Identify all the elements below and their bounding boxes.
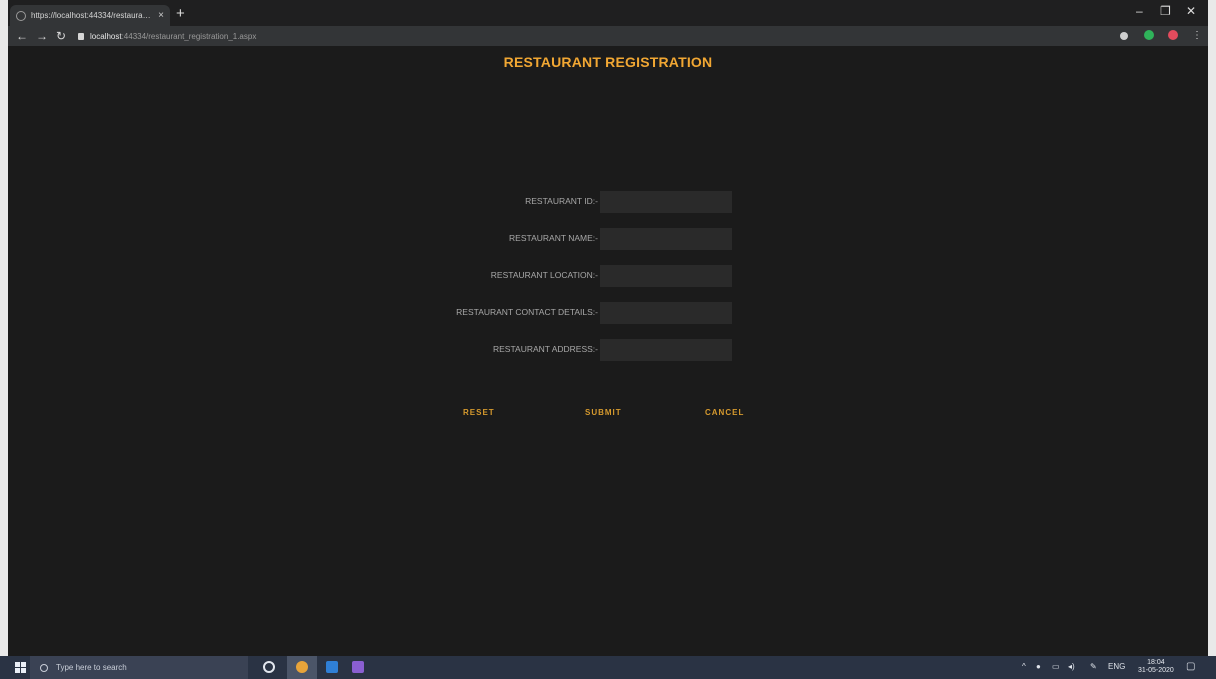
restaurant-location-label: RESTAURANT LOCATION:- xyxy=(490,270,598,280)
field-row-restaurant-id: RESTAURANT ID:- xyxy=(8,191,1208,213)
field-row-restaurant-location: RESTAURANT LOCATION:- xyxy=(8,265,1208,287)
profile-avatar-icon[interactable] xyxy=(1168,30,1178,40)
restaurant-address-label: RESTAURANT ADDRESS:- xyxy=(492,344,598,354)
field-row-restaurant-name: RESTAURANT NAME:- xyxy=(8,228,1208,250)
cancel-button[interactable]: CANCEL xyxy=(705,408,744,417)
remote-desktop-icon[interactable] xyxy=(326,661,338,673)
windows-start-icon[interactable] xyxy=(15,662,26,673)
tab-title: https://localhost:44334/restaurant... xyxy=(31,11,155,20)
tab-close-icon[interactable]: × xyxy=(158,10,164,21)
tray-volume-icon[interactable]: ◂) xyxy=(1068,662,1075,671)
reset-button[interactable]: RESET xyxy=(463,408,495,417)
url-path: :44334/restaurant_registration_1.aspx xyxy=(121,31,257,41)
tray-overflow-icon[interactable]: ^ xyxy=(1022,662,1026,671)
taskbar-search-placeholder: Type here to search xyxy=(56,663,127,672)
cortana-icon[interactable] xyxy=(263,661,275,673)
notifications-icon[interactable]: ▢ xyxy=(1186,661,1195,672)
taskbar-clock[interactable]: 18:04 31-05-2020 xyxy=(1138,659,1174,675)
language-indicator[interactable]: ENG xyxy=(1108,662,1125,671)
chrome-icon[interactable] xyxy=(296,661,308,673)
bookmark-star-icon[interactable] xyxy=(1120,32,1128,40)
url-field[interactable]: localhost :44334/restaurant_registration… xyxy=(78,29,1108,43)
restaurant-contact-input[interactable] xyxy=(600,302,732,324)
tray-pen-icon[interactable]: ✎ xyxy=(1090,662,1097,671)
address-bar-row: ← → ↻ localhost :44334/restaurant_regist… xyxy=(8,26,1208,46)
visual-studio-icon[interactable] xyxy=(352,661,364,673)
new-tab-button[interactable]: + xyxy=(176,5,185,23)
maximize-button[interactable]: ❐ xyxy=(1160,4,1171,18)
tray-network-icon[interactable]: ● xyxy=(1036,662,1041,671)
tray-battery-icon[interactable]: ▭ xyxy=(1052,662,1060,671)
page-title: RESTAURANT REGISTRATION xyxy=(503,54,713,70)
page-content: RESTAURANT REGISTRATION RESTAURANT ID:- … xyxy=(8,46,1208,656)
search-icon xyxy=(40,663,48,672)
restaurant-contact-label: RESTAURANT CONTACT DETAILS:- xyxy=(456,307,598,317)
minimize-button[interactable]: – xyxy=(1136,4,1143,18)
clock-time: 18:04 xyxy=(1147,659,1165,666)
field-row-restaurant-contact: RESTAURANT CONTACT DETAILS:- xyxy=(8,302,1208,324)
menu-kebab-icon[interactable]: ⋮ xyxy=(1192,29,1202,43)
tab-bar: https://localhost:44334/restaurant... × … xyxy=(8,0,1208,26)
url-host: localhost xyxy=(90,31,122,41)
forward-arrow-icon[interactable]: → xyxy=(36,29,48,43)
restaurant-name-input[interactable] xyxy=(600,228,732,250)
browser-tab[interactable]: https://localhost:44334/restaurant... × xyxy=(10,5,170,26)
close-window-button[interactable]: ✕ xyxy=(1186,4,1196,18)
restaurant-name-label: RESTAURANT NAME:- xyxy=(509,233,598,243)
restaurant-id-label: RESTAURANT ID:- xyxy=(525,196,598,206)
field-row-restaurant-address: RESTAURANT ADDRESS:- xyxy=(8,339,1208,361)
restaurant-id-input[interactable] xyxy=(600,191,732,213)
restaurant-address-input[interactable] xyxy=(600,339,732,361)
restaurant-location-input[interactable] xyxy=(600,265,732,287)
extension-icon[interactable] xyxy=(1144,30,1154,40)
back-arrow-icon[interactable]: ← xyxy=(16,29,28,43)
lock-icon xyxy=(78,32,84,40)
clock-date: 31-05-2020 xyxy=(1138,667,1174,674)
reload-icon[interactable]: ↻ xyxy=(56,29,66,43)
page-favicon-icon xyxy=(16,10,26,21)
taskbar-search-box[interactable]: Type here to search xyxy=(30,656,248,679)
submit-button[interactable]: SUBMIT xyxy=(585,408,622,417)
browser-window: https://localhost:44334/restaurant... × … xyxy=(8,0,1208,656)
windows-taskbar: Type here to search ^ ● ▭ ◂) ✎ ENG 18:04… xyxy=(0,656,1216,679)
